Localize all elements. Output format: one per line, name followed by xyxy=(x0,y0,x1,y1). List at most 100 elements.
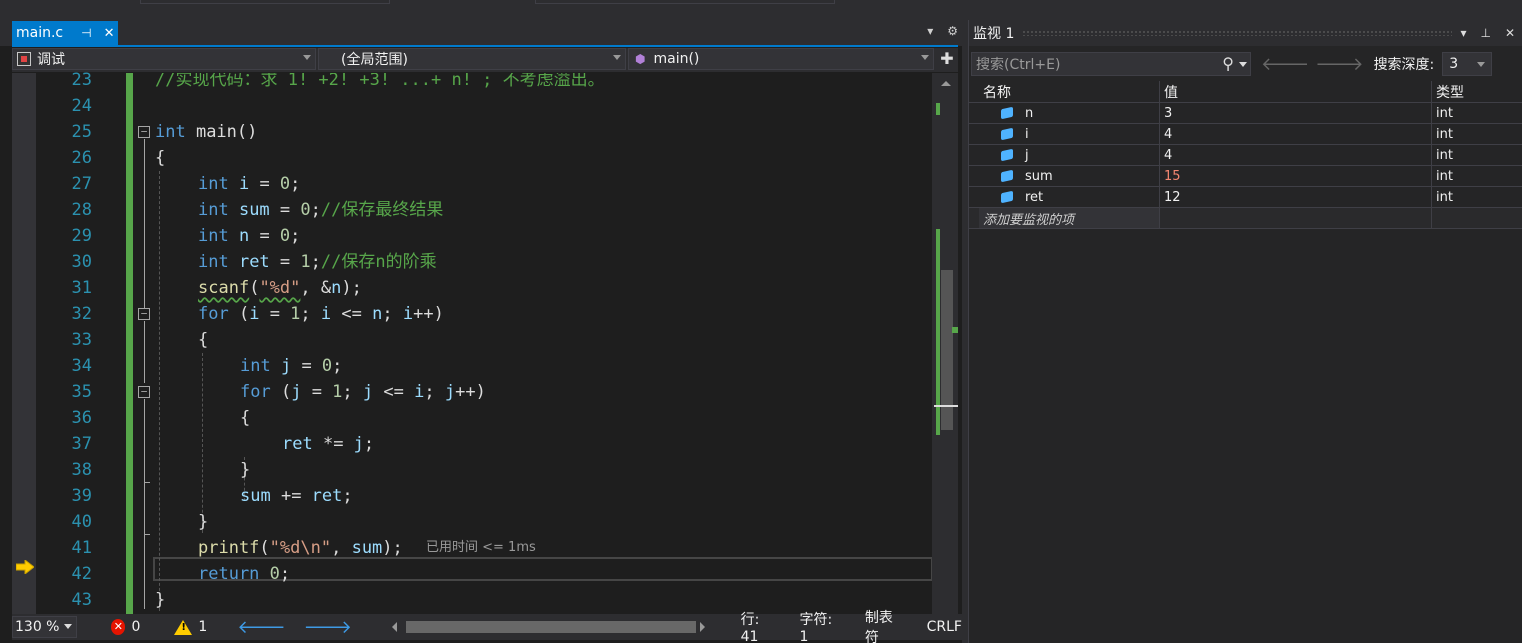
row-indicator-column xyxy=(969,81,979,102)
watch-row[interactable]: ret 12 int xyxy=(969,187,1522,208)
code-editor-panel: main.c ⊣ ✕ ▾ ⚙ 调试 (全局范围) ⬢ main() ✚ 23 2… xyxy=(0,20,962,643)
watch-name-cell[interactable]: sum xyxy=(979,166,1160,186)
line-number: 29 xyxy=(71,226,92,246)
number: 1 xyxy=(290,304,301,324)
search-next-icon[interactable]: 🡒 xyxy=(1315,54,1363,75)
keyword: int xyxy=(198,252,229,272)
watch-value[interactable]: 4 xyxy=(1160,145,1432,165)
vertical-scrollbar[interactable] xyxy=(932,73,958,631)
watch-name: ret xyxy=(1025,189,1044,205)
warning-icon[interactable]: ! xyxy=(174,619,193,635)
navigate-back-icon[interactable]: 🡐 xyxy=(237,617,285,638)
operator: = xyxy=(269,200,301,220)
add-watch-row[interactable]: 添加要监视的项 xyxy=(969,208,1522,229)
watch-type: int xyxy=(1436,147,1453,163)
close-icon[interactable]: ✕ xyxy=(104,26,115,41)
variable-icon xyxy=(1001,106,1013,120)
watch-row[interactable]: i 4 int xyxy=(969,124,1522,145)
function-dropdown[interactable]: ⬢ main() xyxy=(628,48,934,70)
tab-list-dropdown-icon[interactable]: ▾ xyxy=(927,24,933,38)
watch-row[interactable]: sum 15 int xyxy=(969,166,1522,187)
number: 0 xyxy=(300,200,311,220)
horizontal-scrollbar[interactable] xyxy=(391,617,705,637)
watch-name: i xyxy=(1025,126,1029,142)
watch-value-changed[interactable]: 15 xyxy=(1160,166,1432,186)
scroll-thumb[interactable] xyxy=(405,621,696,633)
variable: sum xyxy=(228,200,270,220)
watch-type: int xyxy=(1436,189,1453,205)
operator: = xyxy=(249,174,280,194)
search-icon[interactable]: ⚲ xyxy=(1222,54,1234,73)
column-header-value[interactable]: 值 xyxy=(1160,81,1432,102)
variable: n xyxy=(331,278,342,298)
scope-dropdown[interactable]: (全局范围) xyxy=(318,48,626,70)
watch-name-cell[interactable]: n xyxy=(979,103,1160,123)
variable: i xyxy=(402,304,414,324)
code-line-37: ret *= j; xyxy=(282,431,374,457)
scroll-left-icon[interactable] xyxy=(391,622,397,632)
watch-name: n xyxy=(1025,105,1034,121)
add-watch-item[interactable]: 添加要监视的项 xyxy=(979,208,1160,228)
search-depth-dropdown[interactable]: 3 xyxy=(1442,52,1493,76)
tab-main-c[interactable]: main.c ⊣ ✕ xyxy=(12,21,118,45)
pin-icon[interactable]: ⊣ xyxy=(81,26,91,40)
scroll-right-icon[interactable] xyxy=(699,622,705,632)
glyph-margin[interactable] xyxy=(12,73,36,614)
collapse-icon[interactable]: − xyxy=(138,126,150,138)
editor-status-bar: 130 % ✕ 0 ! 1 🡐 🡒 行: 41 字符: 1 制表符 CRLF xyxy=(12,610,962,643)
watch-row[interactable]: n 3 int xyxy=(969,103,1522,124)
project-label: 调试 xyxy=(37,52,65,68)
auto-hide-pin-icon[interactable]: ⊥ xyxy=(1480,26,1490,40)
warning-count[interactable]: 1 xyxy=(198,619,207,635)
gear-icon[interactable]: ⚙ xyxy=(947,24,958,38)
number: 0 xyxy=(269,564,280,584)
split-window-button[interactable]: ✚ xyxy=(936,48,958,72)
line-number: 26 xyxy=(71,148,92,168)
search-previous-icon[interactable]: 🡐 xyxy=(1261,54,1309,75)
watch-header-row: 名称 值 类型 xyxy=(969,81,1522,103)
watch-value[interactable]: 4 xyxy=(1160,124,1432,144)
window-position-dropdown-icon[interactable]: ▾ xyxy=(1460,26,1466,40)
menu-shadow xyxy=(140,0,390,4)
watch-name-cell[interactable]: j xyxy=(979,145,1160,165)
title-grip[interactable] xyxy=(1022,30,1453,36)
char-indicator[interactable]: 字符: 1 xyxy=(799,609,840,643)
code-text: ; xyxy=(424,382,445,402)
number: 0 xyxy=(321,356,333,376)
watch-search-input[interactable]: 搜索(Ctrl+E) ⚲ xyxy=(971,52,1251,76)
variable: j xyxy=(362,382,374,402)
scroll-up-icon[interactable] xyxy=(941,81,951,86)
comment: //保存n的阶乘 xyxy=(320,252,437,272)
collapse-icon[interactable]: − xyxy=(138,308,150,320)
watch-value[interactable]: 12 xyxy=(1160,187,1432,207)
elapsed-time-perftip[interactable]: 已用时间 <= 1ms xyxy=(426,535,536,561)
zoom-dropdown[interactable]: 130 % xyxy=(12,616,78,638)
close-icon[interactable]: ✕ xyxy=(1505,26,1515,40)
code-area[interactable]: //实现代码：求 1! +2! +3! ...+ n! ; 不考虑溢出。 int… xyxy=(155,73,931,614)
variable-icon xyxy=(1001,127,1013,141)
code-text: ); xyxy=(382,538,403,558)
error-count[interactable]: 0 xyxy=(131,619,140,635)
watch-title: 监视 1 xyxy=(973,26,1015,42)
column-header-type[interactable]: 类型 xyxy=(1432,81,1522,102)
watch-value[interactable]: 3 xyxy=(1160,103,1432,123)
keyword: for xyxy=(198,304,229,324)
navigate-forward-icon[interactable]: 🡒 xyxy=(304,617,352,638)
collapse-icon[interactable]: − xyxy=(138,386,150,398)
error-icon[interactable]: ✕ xyxy=(111,619,126,635)
method-cube-icon: ⬢ xyxy=(635,52,646,66)
code-line-26: { xyxy=(155,145,165,171)
column-header-name[interactable]: 名称 xyxy=(979,81,1160,102)
code-line-35: for (j = 1; j <= i; j++) xyxy=(240,379,486,405)
line-number: 30 xyxy=(71,252,92,272)
search-options-dropdown-icon[interactable] xyxy=(1239,62,1247,67)
watch-name-cell[interactable]: ret xyxy=(979,187,1160,207)
watch-row[interactable]: j 4 int xyxy=(969,145,1522,166)
fold-end-tick xyxy=(144,482,150,483)
line-indicator[interactable]: 行: 41 xyxy=(741,609,778,643)
line-ending-indicator[interactable]: CRLF xyxy=(927,619,962,635)
tabs-indicator[interactable]: 制表符 xyxy=(865,607,903,643)
watch-name-cell[interactable]: i xyxy=(979,124,1160,144)
search-depth-value: 3 xyxy=(1449,56,1459,72)
code-text: ++) xyxy=(455,382,486,402)
